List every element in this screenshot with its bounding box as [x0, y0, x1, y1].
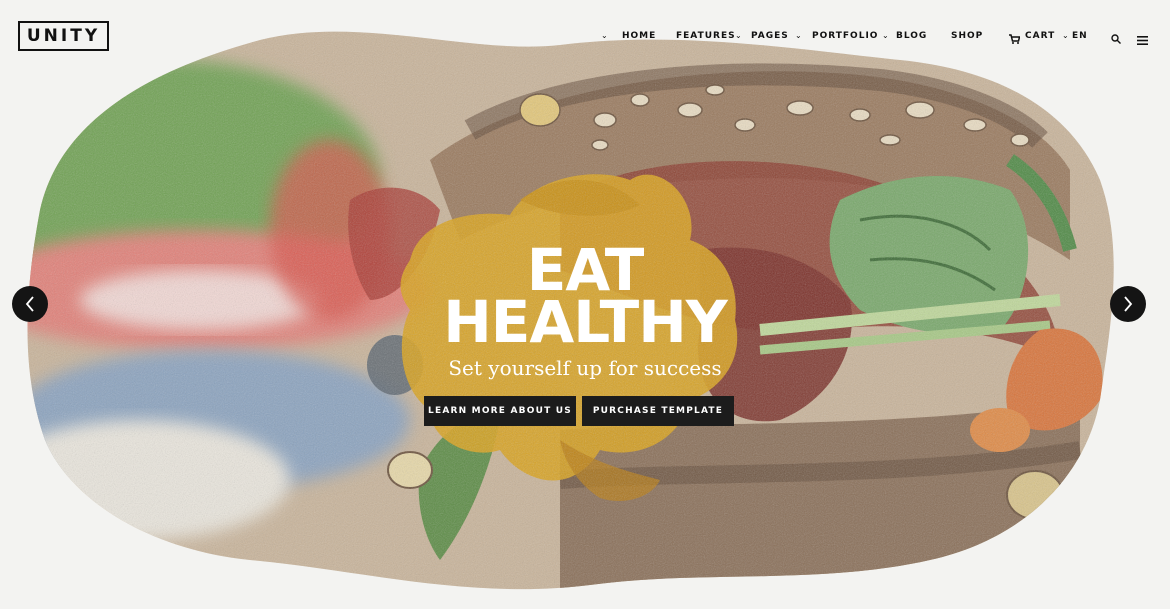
chevron-down-icon[interactable]: ⌄ [601, 28, 608, 44]
nav-shop[interactable]: SHOP [951, 28, 983, 44]
nav-features[interactable]: FEATURES [676, 28, 736, 44]
hero-subheadline: Set yourself up for success [448, 356, 722, 380]
nav-portfolio[interactable]: PORTFOLIO [812, 28, 878, 44]
chevron-down-icon[interactable]: ⌄ [882, 28, 889, 44]
nav-blog[interactable]: BLOG [896, 28, 927, 44]
logo-text: UNITY [26, 26, 101, 46]
learn-more-button[interactable]: LEARN MORE ABOUT US [424, 396, 576, 426]
chevron-right-icon [1124, 296, 1133, 312]
search-icon[interactable] [1111, 31, 1121, 49]
site-logo[interactable]: UNITY [18, 21, 109, 51]
slider-next-button[interactable] [1110, 286, 1146, 322]
hamburger-menu-icon[interactable] [1137, 32, 1148, 50]
chevron-down-icon[interactable]: ⌄ [795, 28, 802, 44]
hero-headline-line2: HEALTHY [443, 288, 728, 356]
nav-pages[interactable]: PAGES [751, 28, 789, 44]
language-selector[interactable]: EN [1072, 28, 1088, 44]
purchase-template-button[interactable]: PURCHASE TEMPLATE [582, 396, 734, 426]
chevron-left-icon [25, 296, 34, 312]
cart-icon[interactable] [1009, 31, 1021, 49]
chevron-down-icon[interactable]: ⌄ [735, 28, 742, 44]
chevron-down-icon[interactable]: ⌄ [1062, 28, 1069, 44]
nav-home[interactable]: HOME [622, 28, 656, 44]
slider-prev-button[interactable] [12, 286, 48, 322]
nav-cart[interactable]: CART [1025, 28, 1055, 44]
